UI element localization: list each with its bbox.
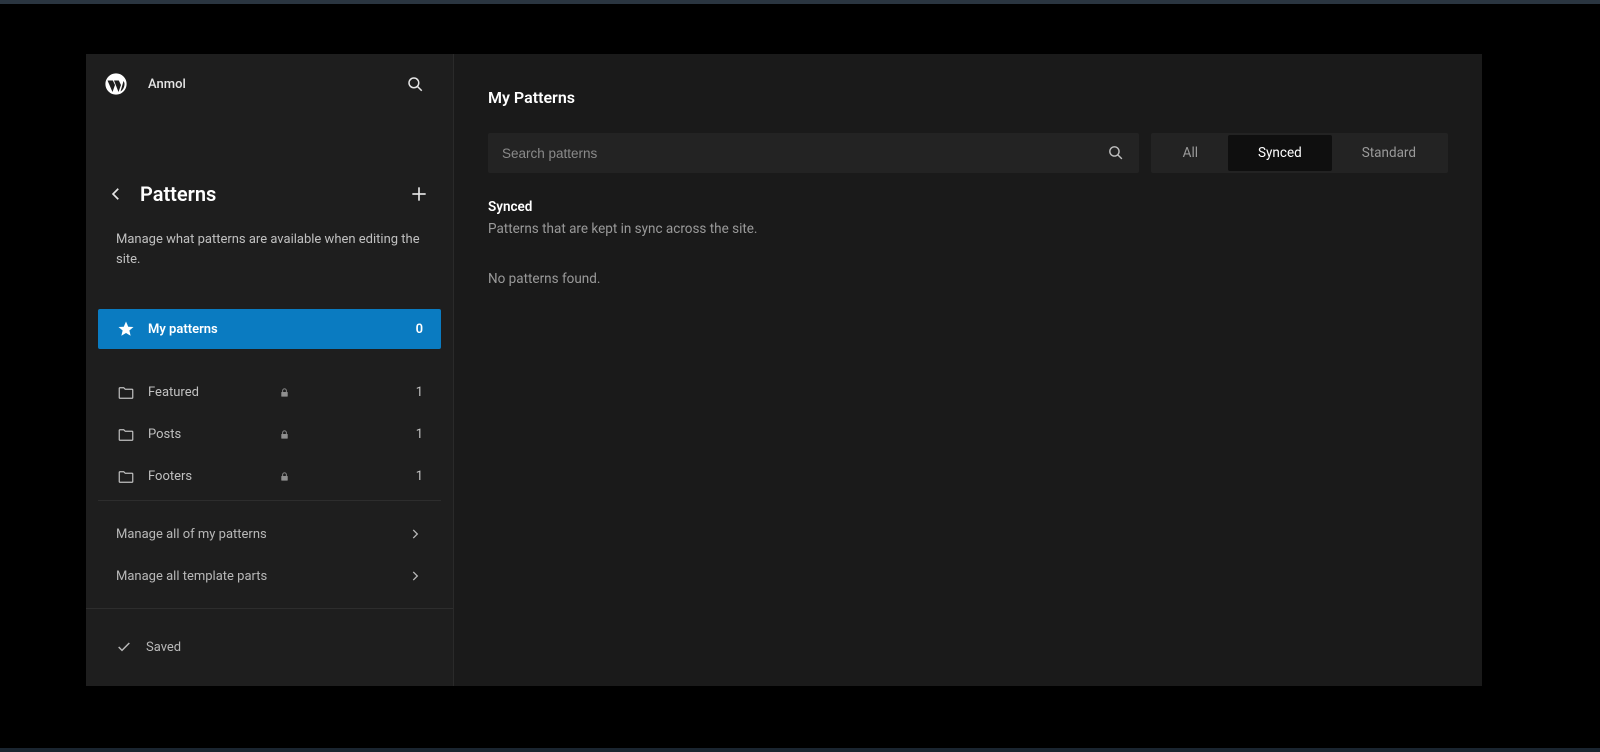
sync-filter-control: All Synced Standard — [1151, 133, 1448, 173]
sidebar-header: Anmol — [86, 54, 453, 114]
search-patterns-input[interactable] — [502, 146, 1107, 161]
create-pattern-button[interactable] — [407, 182, 431, 206]
nav-label: Footers — [148, 469, 273, 484]
nav-label: Posts — [148, 427, 273, 442]
sidebar-title: Patterns — [140, 182, 407, 206]
wordpress-logo-icon[interactable] — [104, 72, 128, 96]
manage-label: Manage all of my patterns — [116, 527, 407, 542]
chevron-right-icon — [407, 526, 423, 542]
lock-icon — [279, 387, 291, 399]
sidebar-item-my-patterns[interactable]: My patterns 0 — [98, 309, 441, 349]
nav-count: 1 — [416, 469, 423, 484]
nav-count: 0 — [416, 322, 423, 337]
nav-list: My patterns 0 — [86, 309, 453, 350]
sidebar-item-featured[interactable]: Featured 1 — [98, 372, 441, 413]
star-icon — [116, 319, 136, 339]
section-subheading: Patterns that are kept in sync across th… — [488, 221, 1448, 237]
section-heading: Synced — [488, 199, 1448, 215]
sidebar-description: Manage what patterns are available when … — [86, 214, 453, 269]
nav-label: Featured — [148, 385, 273, 400]
search-patterns-wrapper[interactable] — [488, 133, 1139, 173]
filter-standard-button[interactable]: Standard — [1332, 135, 1446, 171]
manage-list: Manage all of my patterns Manage all tem… — [86, 501, 453, 605]
folder-icon — [116, 425, 136, 445]
open-command-palette-button[interactable] — [401, 70, 429, 98]
folder-icon — [116, 383, 136, 403]
chevron-right-icon — [407, 568, 423, 584]
empty-state-message: No patterns found. — [488, 271, 1448, 287]
lock-icon — [279, 471, 291, 483]
check-icon — [116, 639, 134, 657]
manage-all-patterns-link[interactable]: Manage all of my patterns — [98, 513, 441, 555]
sidebar: Anmol Patterns Manage — [86, 54, 454, 686]
nav-label: My patterns — [148, 322, 416, 337]
sidebar-item-posts[interactable]: Posts 1 — [98, 414, 441, 455]
sidebar-item-footers[interactable]: Footers 1 — [98, 456, 441, 497]
folder-list: Featured 1 Posts 1 — [86, 372, 453, 500]
manage-label: Manage all template parts — [116, 569, 407, 584]
manage-template-parts-link[interactable]: Manage all template parts — [98, 555, 441, 597]
main-content: My Patterns All Synced Standard Synced P… — [454, 54, 1482, 686]
filter-all-button[interactable]: All — [1153, 135, 1228, 171]
app-frame: Anmol Patterns Manage — [86, 54, 1482, 686]
folder-icon — [116, 467, 136, 487]
sidebar-title-row: Patterns — [86, 174, 453, 214]
site-name: Anmol — [148, 77, 401, 92]
search-icon — [1107, 144, 1125, 162]
nav-count: 1 — [416, 385, 423, 400]
lock-icon — [279, 429, 291, 441]
sidebar-item-overflow[interactable] — [98, 498, 441, 500]
page-title: My Patterns — [488, 88, 1448, 107]
nav-count: 1 — [416, 427, 423, 442]
sidebar-footer: Saved — [86, 608, 453, 686]
saved-label: Saved — [146, 640, 181, 655]
back-button[interactable] — [104, 182, 128, 206]
filter-synced-button[interactable]: Synced — [1228, 135, 1332, 171]
filter-row: All Synced Standard — [488, 133, 1448, 173]
